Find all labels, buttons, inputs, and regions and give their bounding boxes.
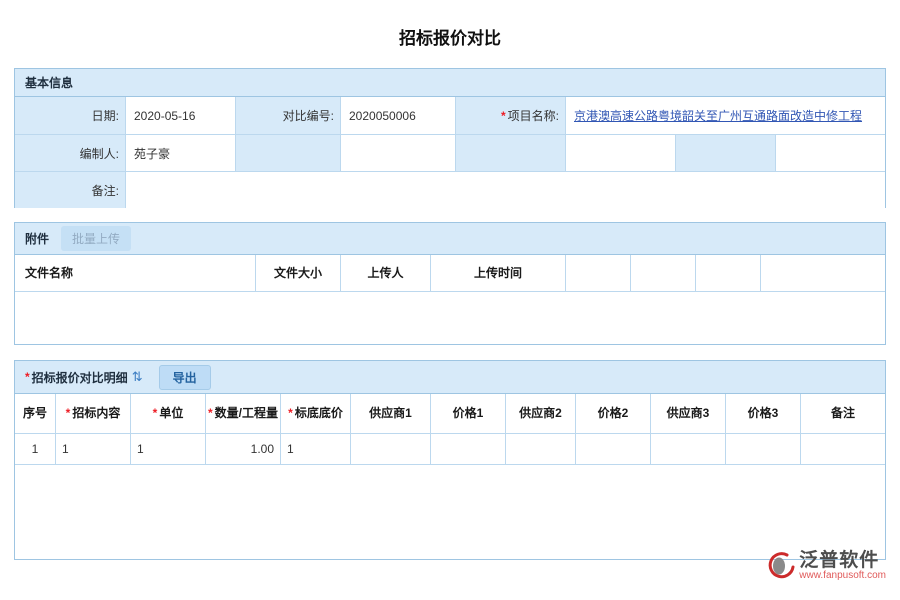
col-supplier-3: 供应商3 <box>651 394 726 433</box>
detail-empty-area <box>15 465 885 558</box>
attachments-column-header-row: 文件名称 文件大小 上传人 上传时间 <box>15 255 885 292</box>
cell-price-1 <box>431 434 506 464</box>
detail-column-header-row: 序号 * 招标内容 * 单位 * 数量/工程量 * 标底底价 供应商1 价格1 … <box>15 394 885 434</box>
cell-quantity: 1.00 <box>206 434 281 464</box>
vendor-name: 泛普软件 <box>799 551 879 571</box>
sort-icon[interactable]: ⇅ <box>132 369 143 385</box>
vendor-site: www.fanpusoft.com <box>799 570 886 581</box>
export-button[interactable]: 导出 <box>159 365 211 390</box>
col-price-3: 价格3 <box>726 394 801 433</box>
col-bid-content: * 招标内容 <box>56 394 131 433</box>
basic-info-row-3: 备注: <box>15 172 885 208</box>
project-name-cell: 京港澳高速公路粤境韶关至广州互通路面改造中修工程 <box>566 97 885 134</box>
project-name-link[interactable]: 京港澳高速公路粤境韶关至广州互通路面改造中修工程 <box>574 107 862 124</box>
basic-info-panel: 基本信息 日期: 2020-05-16 对比编号: 2020050006 * 项… <box>14 68 886 208</box>
cell-supplier-3 <box>651 434 726 464</box>
empty-label-cell <box>676 135 776 171</box>
remark-value <box>126 172 885 208</box>
empty-value-cell <box>776 135 885 171</box>
col-unit: * 单位 <box>131 394 206 433</box>
cell-unit: 1 <box>131 434 206 464</box>
cell-seq: 1 <box>15 434 56 464</box>
empty-value-cell <box>566 135 676 171</box>
col-empty <box>631 255 696 291</box>
empty-value-cell <box>341 135 456 171</box>
fanpu-logo-icon <box>762 550 796 582</box>
col-uploader: 上传人 <box>341 255 431 291</box>
cell-price-2 <box>576 434 651 464</box>
col-seq: 序号 <box>15 394 56 433</box>
col-base-price: * 标底底价 <box>281 394 351 433</box>
page-title: 招标报价对比 <box>0 24 900 49</box>
col-file-size: 文件大小 <box>256 255 341 291</box>
col-remark: 备注 <box>801 394 885 433</box>
col-quantity: * 数量/工程量 <box>206 394 281 433</box>
detail-header: * 招标报价对比明细 ⇅ 导出 <box>15 361 885 394</box>
col-upload-time: 上传时间 <box>431 255 566 291</box>
creator-label: 编制人: <box>15 135 126 171</box>
col-empty <box>761 255 885 291</box>
required-mark: * <box>66 406 71 421</box>
cell-supplier-2 <box>506 434 576 464</box>
attachments-section-title: 附件 <box>25 230 49 247</box>
empty-label-cell <box>236 135 341 171</box>
compare-no-value: 2020050006 <box>341 97 456 134</box>
col-file-name: 文件名称 <box>15 255 256 291</box>
required-mark: * <box>153 406 158 421</box>
attachments-empty-area <box>15 292 885 344</box>
cell-supplier-1 <box>351 434 431 464</box>
cell-bid-content: 1 <box>56 434 131 464</box>
basic-info-header: 基本信息 <box>15 69 885 97</box>
cell-base-price: 1 <box>281 434 351 464</box>
vendor-logo: 泛普软件 www.fanpusoft.com <box>762 550 886 582</box>
required-mark: * <box>501 109 506 123</box>
col-price-2: 价格2 <box>576 394 651 433</box>
compare-no-label: 对比编号: <box>236 97 341 134</box>
batch-upload-button[interactable]: 批量上传 <box>61 226 131 251</box>
vendor-logo-text: 泛普软件 www.fanpusoft.com <box>799 551 886 582</box>
attachments-panel: 附件 批量上传 文件名称 文件大小 上传人 上传时间 <box>14 222 886 345</box>
cell-remark <box>801 434 885 464</box>
detail-section-title: 招标报价对比明细 <box>32 369 128 386</box>
required-mark: * <box>288 406 293 421</box>
basic-info-section-title: 基本信息 <box>25 74 73 91</box>
detail-panel: * 招标报价对比明细 ⇅ 导出 序号 * 招标内容 * 单位 * 数量/工程量 … <box>14 360 886 560</box>
basic-info-row-2: 编制人: 苑子豪 <box>15 135 885 172</box>
col-empty <box>566 255 631 291</box>
col-supplier-2: 供应商2 <box>506 394 576 433</box>
remark-label: 备注: <box>15 172 126 208</box>
date-label: 日期: <box>15 97 126 134</box>
empty-label-cell <box>456 135 566 171</box>
project-name-label: * 项目名称: <box>456 97 566 134</box>
col-empty <box>696 255 761 291</box>
required-mark: * <box>208 406 213 421</box>
date-value: 2020-05-16 <box>126 97 236 134</box>
col-price-1: 价格1 <box>431 394 506 433</box>
creator-value: 苑子豪 <box>126 135 236 171</box>
required-mark: * <box>25 370 30 384</box>
basic-info-row-1: 日期: 2020-05-16 对比编号: 2020050006 * 项目名称: … <box>15 97 885 135</box>
detail-data-row: 1 1 1 1.00 1 <box>15 434 885 465</box>
attachments-header: 附件 批量上传 <box>15 223 885 255</box>
col-supplier-1: 供应商1 <box>351 394 431 433</box>
cell-price-3 <box>726 434 801 464</box>
